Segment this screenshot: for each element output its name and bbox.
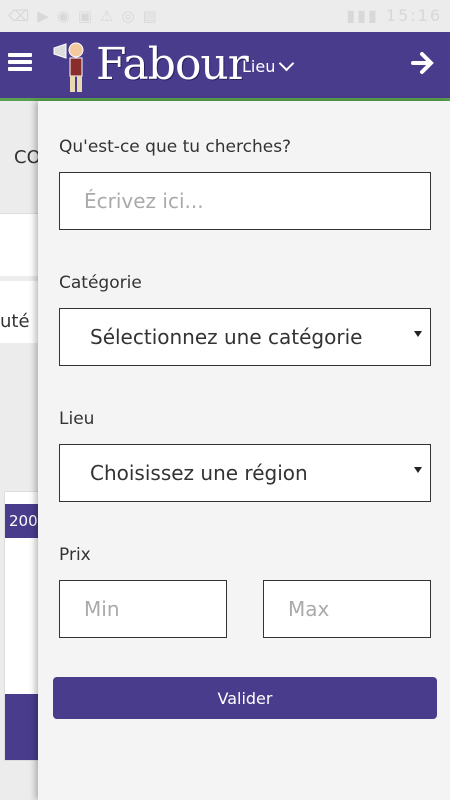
caret-down-icon — [414, 467, 422, 473]
background-panel-footer — [5, 694, 40, 760]
background-panel: 200 — [4, 491, 40, 761]
brand-logo[interactable]: Fabour — [96, 37, 249, 93]
price-min-input[interactable] — [60, 581, 226, 637]
top-app-bar: Fabour Lieu — [0, 32, 450, 98]
background-card — [0, 213, 40, 276]
search-drawer: Qu'est-ce que tu cherches? Catégorie Sél… — [38, 101, 450, 800]
background-panel-header: 200 — [5, 504, 40, 538]
location-select[interactable]: Choisissez une région — [59, 444, 431, 502]
clock: 15:16 — [385, 6, 442, 25]
background-text: uté — [0, 311, 30, 332]
arrow-right-icon[interactable] — [410, 50, 436, 76]
notification-icons: ⌫▶◉▣⚠◎▤ — [8, 7, 165, 25]
status-right: ▮▮▮ 15:16 — [346, 6, 442, 25]
status-bar: ⌫▶◉▣⚠◎▤ ▮▮▮ 15:16 — [0, 0, 450, 32]
query-input[interactable] — [60, 173, 430, 229]
category-select-value: Sélectionnez une catégorie — [90, 325, 363, 349]
query-label: Qu'est-ce que tu cherches? — [59, 137, 292, 157]
category-select[interactable]: Sélectionnez une catégorie — [59, 308, 431, 366]
category-label: Catégorie — [59, 273, 142, 293]
price-label: Prix — [59, 545, 91, 565]
location-select-value: Choisissez une région — [90, 461, 308, 485]
background-page: CO uté 200 — [0, 101, 40, 800]
price-max-field[interactable] — [263, 580, 431, 638]
caret-down-icon — [414, 331, 422, 337]
location-label: Lieu — [59, 409, 95, 429]
price-min-field[interactable] — [59, 580, 227, 638]
chevron-down-icon — [279, 55, 295, 72]
background-text: CO — [14, 147, 40, 168]
submit-button[interactable]: Valider — [53, 677, 437, 719]
logo-mascot-icon — [53, 42, 84, 92]
query-field[interactable] — [59, 172, 431, 230]
location-dropdown[interactable]: Lieu — [242, 55, 295, 76]
price-max-input[interactable] — [264, 581, 430, 637]
menu-icon[interactable] — [8, 50, 32, 74]
location-dropdown-label: Lieu — [242, 57, 276, 76]
signal-icon: ▮▮▮ — [346, 6, 379, 25]
